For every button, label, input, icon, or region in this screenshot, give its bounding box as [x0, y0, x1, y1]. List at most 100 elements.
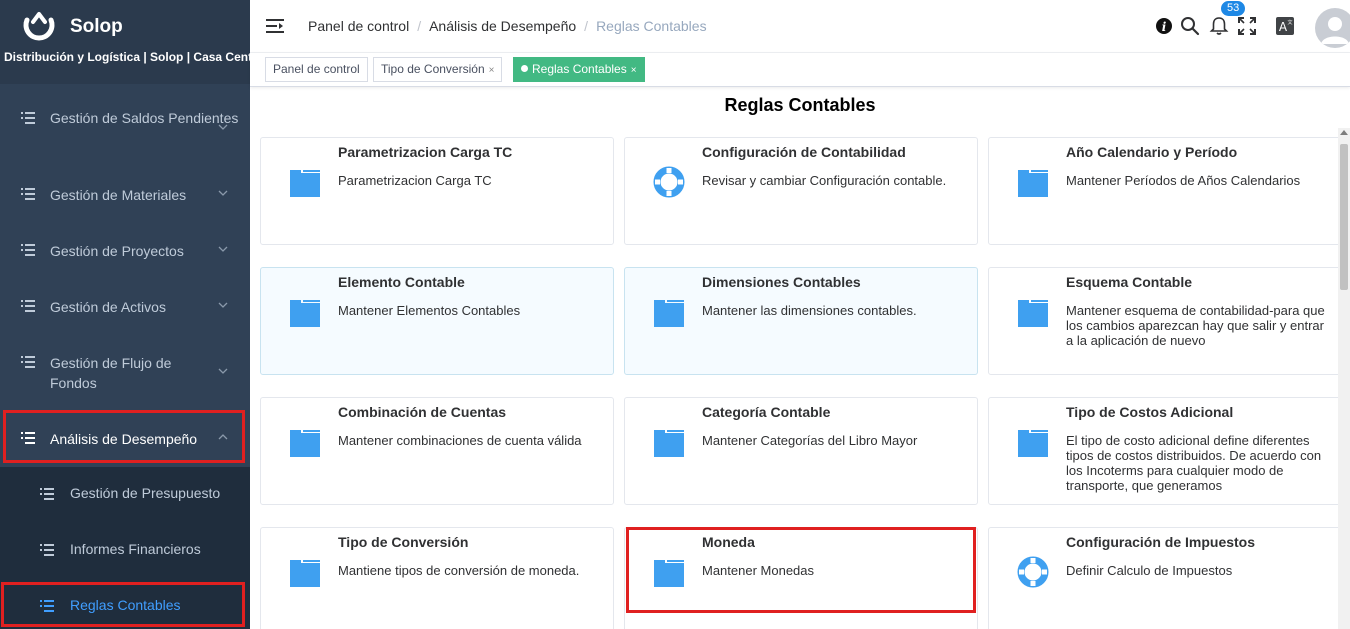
card-description: Mantener Períodos de Años Calendarios: [1066, 173, 1301, 188]
card-title: Configuración de Contabilidad: [702, 144, 906, 160]
card-description: Mantener Categorías del Libro Mayor: [702, 433, 918, 448]
sidebar-subitem-informes-financieros[interactable]: Informes Financieros: [0, 523, 250, 579]
highlight-box: [626, 527, 976, 613]
sidebar-subitem-gestion-presupuesto[interactable]: Gestión de Presupuesto: [0, 467, 250, 523]
page-title: Reglas Contables: [724, 95, 876, 115]
list-icon: [40, 544, 54, 556]
folder-icon: [290, 560, 320, 587]
list-icon: [21, 188, 35, 200]
card-title: Dimensiones Contables: [702, 274, 861, 290]
card-description: Parametrizacion Carga TC: [338, 173, 492, 188]
folder-icon: [290, 430, 320, 457]
tag-label: Reglas Contables: [532, 62, 627, 76]
card-title: Año Calendario y Período: [1066, 144, 1238, 160]
active-dot-icon: [521, 65, 528, 72]
translate-icon[interactable]: A文: [1275, 16, 1295, 36]
card-esquema-contable[interactable]: Esquema Contable Mantener esquema de con…: [988, 267, 1342, 375]
card-description: El tipo de costo adicional define difere…: [1066, 433, 1322, 493]
sidebar-subitem-label: Informes Financieros: [70, 541, 201, 557]
card-title: Tipo de Conversión: [338, 534, 469, 550]
sidebar-item-gestion-materiales[interactable]: Gestión de Materiales: [0, 184, 250, 208]
sidebar-item-label: Gestión de Activos: [50, 299, 166, 315]
breadcrumb-separator: /: [417, 18, 422, 34]
menu-toggle-icon[interactable]: [266, 18, 284, 34]
card-configuracion-contabilidad[interactable]: Configuración de Contabilidad Revisar y …: [624, 137, 978, 245]
scrollbar-thumb[interactable]: [1340, 144, 1348, 290]
card-combinacion-cuentas[interactable]: Combinación de Cuentas Mantener combinac…: [260, 397, 614, 505]
svg-text:i: i: [1162, 20, 1167, 34]
folder-icon: [654, 300, 684, 327]
card-ano-calendario-periodo[interactable]: Año Calendario y Período Mantener Períod…: [988, 137, 1342, 245]
close-icon[interactable]: ×: [631, 65, 637, 76]
highlight-box: [3, 410, 245, 463]
list-icon: [21, 112, 35, 124]
tag-panel-de-control[interactable]: Panel de control: [265, 57, 368, 82]
card-description: Mantener las dimensiones contables.: [702, 303, 917, 318]
tag-reglas-contables[interactable]: Reglas Contables ×: [513, 57, 645, 82]
lifebuoy-icon: [1017, 556, 1049, 588]
list-icon: [21, 300, 35, 312]
close-icon[interactable]: ×: [489, 65, 495, 76]
card-title: Combinación de Cuentas: [338, 404, 507, 420]
sidebar-item-gestion-proyectos[interactable]: Gestión de Proyectos: [0, 240, 250, 264]
card-elemento-contable[interactable]: Elemento Contable Mantener Elementos Con…: [260, 267, 614, 375]
svg-text:文: 文: [1287, 19, 1292, 26]
card-title: Configuración de Impuestos: [1066, 534, 1256, 550]
list-icon: [21, 356, 35, 368]
brand-name: Solop: [70, 16, 123, 37]
card-title: Tipo de Costos Adicional: [1066, 404, 1234, 420]
card-title: Elemento Contable: [338, 274, 465, 290]
folder-icon: [290, 170, 320, 197]
fullscreen-icon[interactable]: [1237, 16, 1257, 36]
card-dimensiones-contables[interactable]: Dimensiones Contables Mantener las dimen…: [624, 267, 978, 375]
tag-label: Panel de control: [273, 62, 360, 76]
list-icon: [40, 488, 54, 500]
sidebar-subitem-label: Gestión de Presupuesto: [70, 485, 221, 501]
chevron-down-icon: [218, 302, 228, 308]
card-title: Parametrizacion Carga TC: [338, 144, 513, 160]
solop-logo-icon: [23, 12, 55, 41]
card-description: Definir Calculo de Impuestos: [1066, 563, 1233, 578]
sidebar-item-gestion-activos[interactable]: Gestión de Activos: [0, 296, 250, 320]
card-parametrizacion-carga-tc[interactable]: Parametrizacion Carga TC Parametrizacion…: [260, 137, 614, 245]
chevron-down-icon: [218, 190, 228, 196]
card-title: Esquema Contable: [1066, 274, 1193, 290]
sidebar-item-label: Gestión de Flujo de Fondos: [50, 355, 172, 391]
user-icon: [1321, 17, 1349, 44]
info-icon[interactable]: i: [1154, 16, 1174, 36]
tag-tipo-de-conversion[interactable]: Tipo de Conversión ×: [373, 57, 503, 82]
tags-view: Panel de control Tipo de Conversión × Reg…: [250, 53, 1350, 87]
search-icon[interactable]: [1180, 16, 1200, 36]
organization-context[interactable]: Distribución y Logística | Solop | Casa …: [4, 50, 250, 64]
sidebar: Solop Distribución y Logística | Solop |…: [0, 0, 250, 629]
notification-count-badge: 53: [1221, 1, 1246, 16]
breadcrumb: Panel de control / Análisis de Desempeño / R…: [308, 18, 707, 34]
sidebar-item-gestion-flujo-fondos[interactable]: Gestión de Flujo de Fondos: [0, 352, 250, 396]
avatar[interactable]: [1315, 8, 1350, 48]
highlight-box: [1, 582, 245, 627]
card-tipo-costos-adicional[interactable]: Tipo de Costos Adicional El tipo de cost…: [988, 397, 1342, 505]
top-navbar: Panel de control / Análisis de Desempeño / R…: [250, 0, 1350, 53]
breadcrumb-item[interactable]: Análisis de Desempeño: [429, 18, 576, 34]
chevron-down-icon: [218, 124, 228, 130]
chevron-down-icon: [218, 368, 228, 374]
scroll-up-icon[interactable]: [1340, 130, 1348, 135]
card-description: Mantener combinaciones de cuenta válida: [338, 433, 582, 448]
card-description: Mantener Elementos Contables: [338, 303, 521, 318]
brand-header: Solop Distribución y Logística | Solop |…: [0, 0, 250, 84]
bell-icon[interactable]: [1209, 16, 1229, 36]
folder-icon: [290, 300, 320, 327]
card-description: Revisar y cambiar Configuración contable…: [702, 173, 947, 188]
card-tipo-conversion[interactable]: Tipo de Conversión Mantiene tipos de con…: [260, 527, 614, 629]
card-description: Mantener esquema de contabilidad-para qu…: [1066, 303, 1325, 348]
card-description: Mantiene tipos de conversión de moneda.: [338, 563, 580, 578]
lifebuoy-icon: [653, 166, 685, 198]
main-scrollbar[interactable]: [1338, 128, 1350, 629]
card-categoria-contable[interactable]: Categoría Contable Mantener Categorías d…: [624, 397, 978, 505]
chevron-down-icon: [218, 246, 228, 252]
tag-label: Tipo de Conversión: [381, 62, 485, 76]
sidebar-item-gestion-saldos-pendientes[interactable]: Gestión de Saldos Pendientes: [0, 108, 250, 164]
breadcrumb-item[interactable]: Panel de control: [308, 18, 409, 34]
card-configuracion-impuestos[interactable]: Configuración de Impuestos Definir Calcu…: [988, 527, 1342, 629]
folder-icon: [654, 430, 684, 457]
